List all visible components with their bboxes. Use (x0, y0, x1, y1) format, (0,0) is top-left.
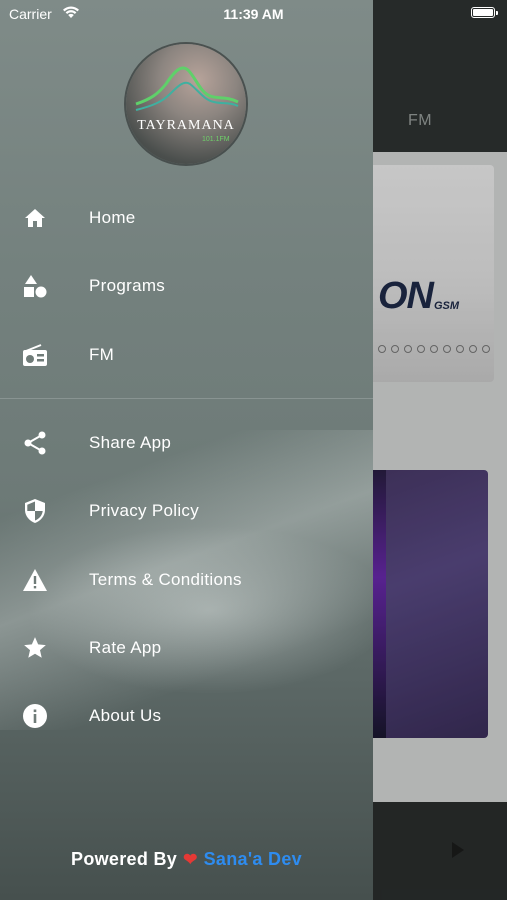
menu-item-label: Rate App (89, 638, 162, 657)
shield-icon (22, 498, 48, 524)
menu-item-label: Home (89, 208, 136, 227)
menu-item-rate-app[interactable]: Rate App (0, 620, 373, 676)
powered-by-footer: Powered By ❤ Sana'a Dev (0, 849, 373, 870)
menu-item-label: Programs (89, 276, 166, 295)
powered-by-text: Powered By (71, 849, 178, 869)
heart-icon: ❤ (183, 850, 198, 869)
home-icon (22, 205, 48, 231)
developer-link[interactable]: Sana'a Dev (204, 849, 302, 869)
menu-item-home[interactable]: Home (0, 190, 373, 246)
share-icon (22, 430, 48, 456)
menu-item-label: About Us (89, 706, 162, 725)
menu-item-privacy-policy[interactable]: Privacy Policy (0, 483, 373, 539)
logo-name: TAYRAMANA (137, 118, 235, 133)
navigation-drawer: TAYRAMANA 101.1FM Home Programs FM Share… (0, 0, 373, 900)
battery-icon (471, 7, 498, 18)
logo-frequency: 101.1FM (202, 136, 230, 143)
menu-item-label: FM (89, 345, 115, 364)
clock: 11:39 AM (223, 6, 284, 22)
menu-item-share-app[interactable]: Share App (0, 415, 373, 471)
menu-item-label: Privacy Policy (89, 501, 200, 520)
warning-icon (22, 567, 48, 593)
shapes-icon (22, 273, 48, 299)
menu-item-terms[interactable]: Terms & Conditions (0, 552, 373, 608)
menu-divider (0, 398, 373, 399)
station-logo: TAYRAMANA 101.1FM (126, 44, 246, 164)
status-bar: Carrier 11:39 AM (0, 0, 507, 28)
menu-item-label: Share App (89, 433, 172, 452)
menu-item-label: Terms & Conditions (89, 570, 242, 589)
star-icon (22, 635, 48, 661)
menu-item-programs[interactable]: Programs (0, 258, 373, 314)
info-icon (22, 703, 48, 729)
menu-item-fm[interactable]: FM (0, 327, 373, 383)
menu-item-about-us[interactable]: About Us (0, 688, 373, 744)
radio-icon (22, 342, 48, 368)
